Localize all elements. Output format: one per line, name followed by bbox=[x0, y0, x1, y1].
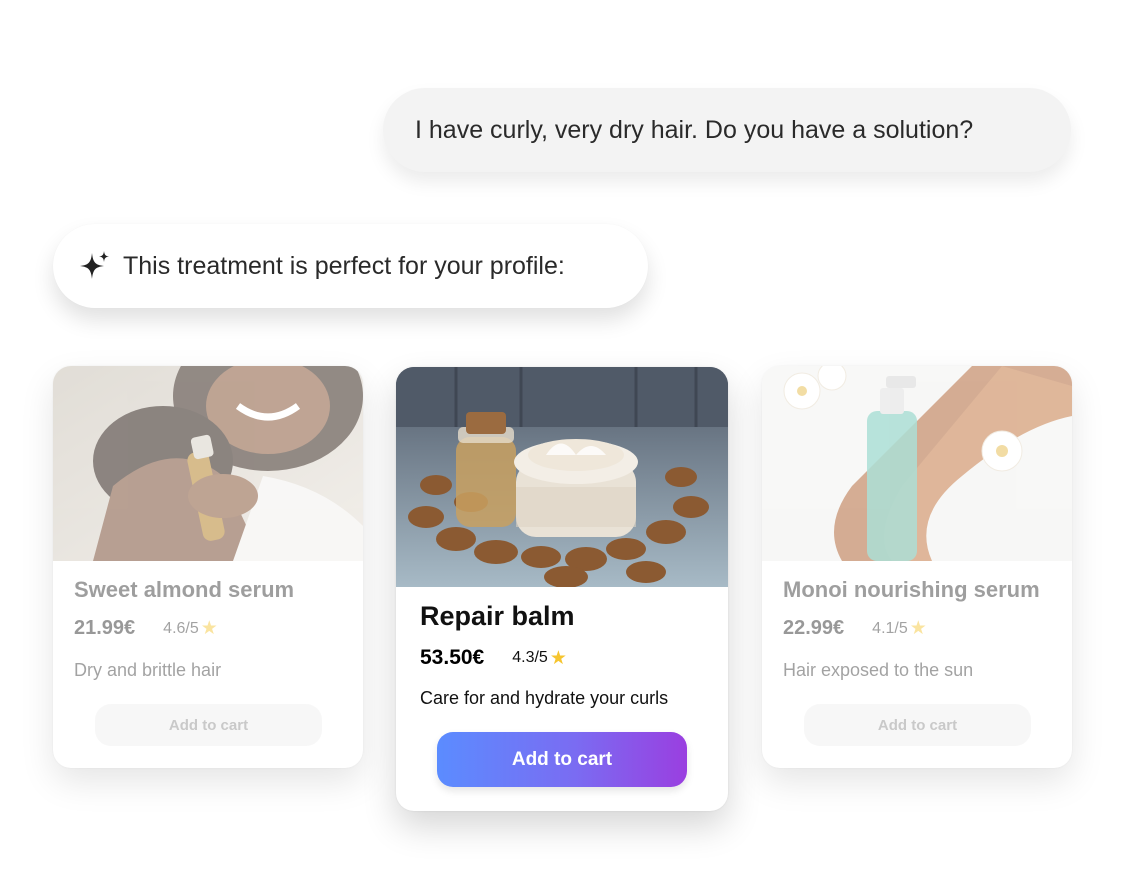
product-image-hair-with-bottle-and-flowers bbox=[762, 366, 1072, 561]
product-description: Hair exposed to the sun bbox=[783, 660, 974, 680]
product-image-woman-applying-serum bbox=[53, 366, 363, 561]
product-card-monoi-nourishing-serum[interactable]: Monoi nourishing serum 22.99€ 4.1/5 ★ Ha… bbox=[762, 366, 1072, 768]
product-price: 53.50€ bbox=[420, 646, 485, 669]
star-icon: ★ bbox=[549, 647, 567, 669]
add-to-cart-button[interactable]: Add to cart bbox=[804, 704, 1031, 746]
assistant-message-text: This treatment is perfect for your profi… bbox=[123, 251, 565, 280]
product-name: Monoi nourishing serum bbox=[783, 577, 1040, 602]
rating-value: 4.1/5 bbox=[872, 619, 908, 637]
product-card-sweet-almond-serum[interactable]: Sweet almond serum 21.99€ 4.6/5 ★ Dry an… bbox=[53, 366, 363, 768]
product-rating: 4.6/5 ★ bbox=[163, 617, 218, 640]
assistant-message-bubble: This treatment is perfect for your profi… bbox=[53, 224, 648, 308]
rating-value: 4.3/5 bbox=[512, 649, 548, 666]
user-message-bubble: I have curly, very dry hair. Do you have… bbox=[383, 88, 1071, 172]
product-rating: 4.3/5 ★ bbox=[512, 647, 567, 670]
product-image-balm-jar-almonds bbox=[396, 367, 728, 587]
add-to-cart-button[interactable]: Add to cart bbox=[95, 704, 322, 746]
product-name: Repair balm bbox=[420, 601, 575, 631]
product-rating: 4.1/5 ★ bbox=[872, 617, 927, 640]
product-name: Sweet almond serum bbox=[74, 577, 295, 602]
product-description: Dry and brittle hair bbox=[74, 660, 222, 680]
star-icon: ★ bbox=[200, 618, 218, 639]
product-card-repair-balm[interactable]: Repair balm 53.50€ 4.3/5 ★ Care for and … bbox=[396, 367, 728, 811]
sparkle-icon bbox=[80, 251, 109, 279]
product-description: Care for and hydrate your curls bbox=[420, 688, 669, 708]
add-to-cart-button[interactable]: Add to cart bbox=[437, 732, 687, 787]
product-price: 22.99€ bbox=[783, 617, 845, 639]
user-message-text: I have curly, very dry hair. Do you have… bbox=[415, 115, 974, 144]
star-icon: ★ bbox=[909, 618, 927, 639]
product-price: 21.99€ bbox=[74, 617, 136, 639]
rating-value: 4.6/5 bbox=[163, 619, 199, 637]
